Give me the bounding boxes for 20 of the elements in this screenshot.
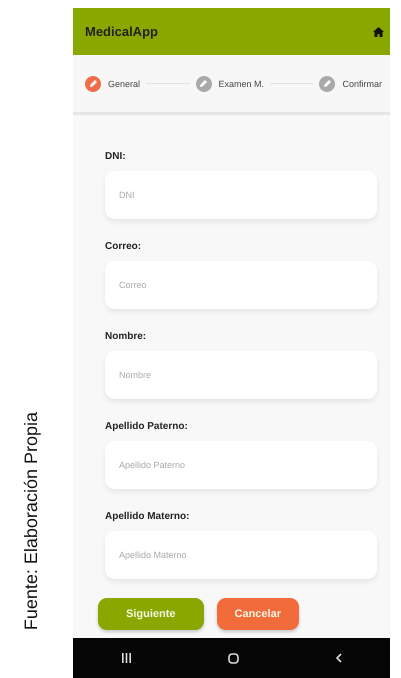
app-title: MedicalApp bbox=[85, 24, 158, 39]
field-label: Apellido Materno: bbox=[105, 511, 190, 522]
field-label: Correo: bbox=[105, 241, 142, 252]
input-field[interactable]: DNI bbox=[105, 171, 377, 219]
input-field[interactable]: Apellido Paterno bbox=[105, 441, 377, 489]
back-icon[interactable] bbox=[336, 653, 342, 663]
field-label: Nombre: bbox=[105, 331, 148, 342]
step-label[interactable]: General bbox=[108, 78, 140, 88]
input-field[interactable]: Nombre bbox=[105, 351, 377, 399]
figure-caption: Fuente: Elaboración Propia bbox=[21, 412, 42, 630]
step-label[interactable]: Examen M. bbox=[218, 78, 264, 88]
input-field[interactable]: Apellido Materno bbox=[105, 531, 377, 579]
home-icon[interactable] bbox=[373, 26, 384, 36]
field-label: DNI: bbox=[105, 151, 127, 162]
recent-apps-icon[interactable] bbox=[122, 653, 130, 663]
field-label: Apellido Paterno: bbox=[105, 421, 189, 432]
step-label[interactable]: Confirmar bbox=[342, 78, 382, 88]
home-button-icon[interactable] bbox=[228, 652, 238, 664]
input-field[interactable]: Correo bbox=[105, 261, 377, 309]
step-pencil-icon[interactable] bbox=[85, 76, 101, 92]
